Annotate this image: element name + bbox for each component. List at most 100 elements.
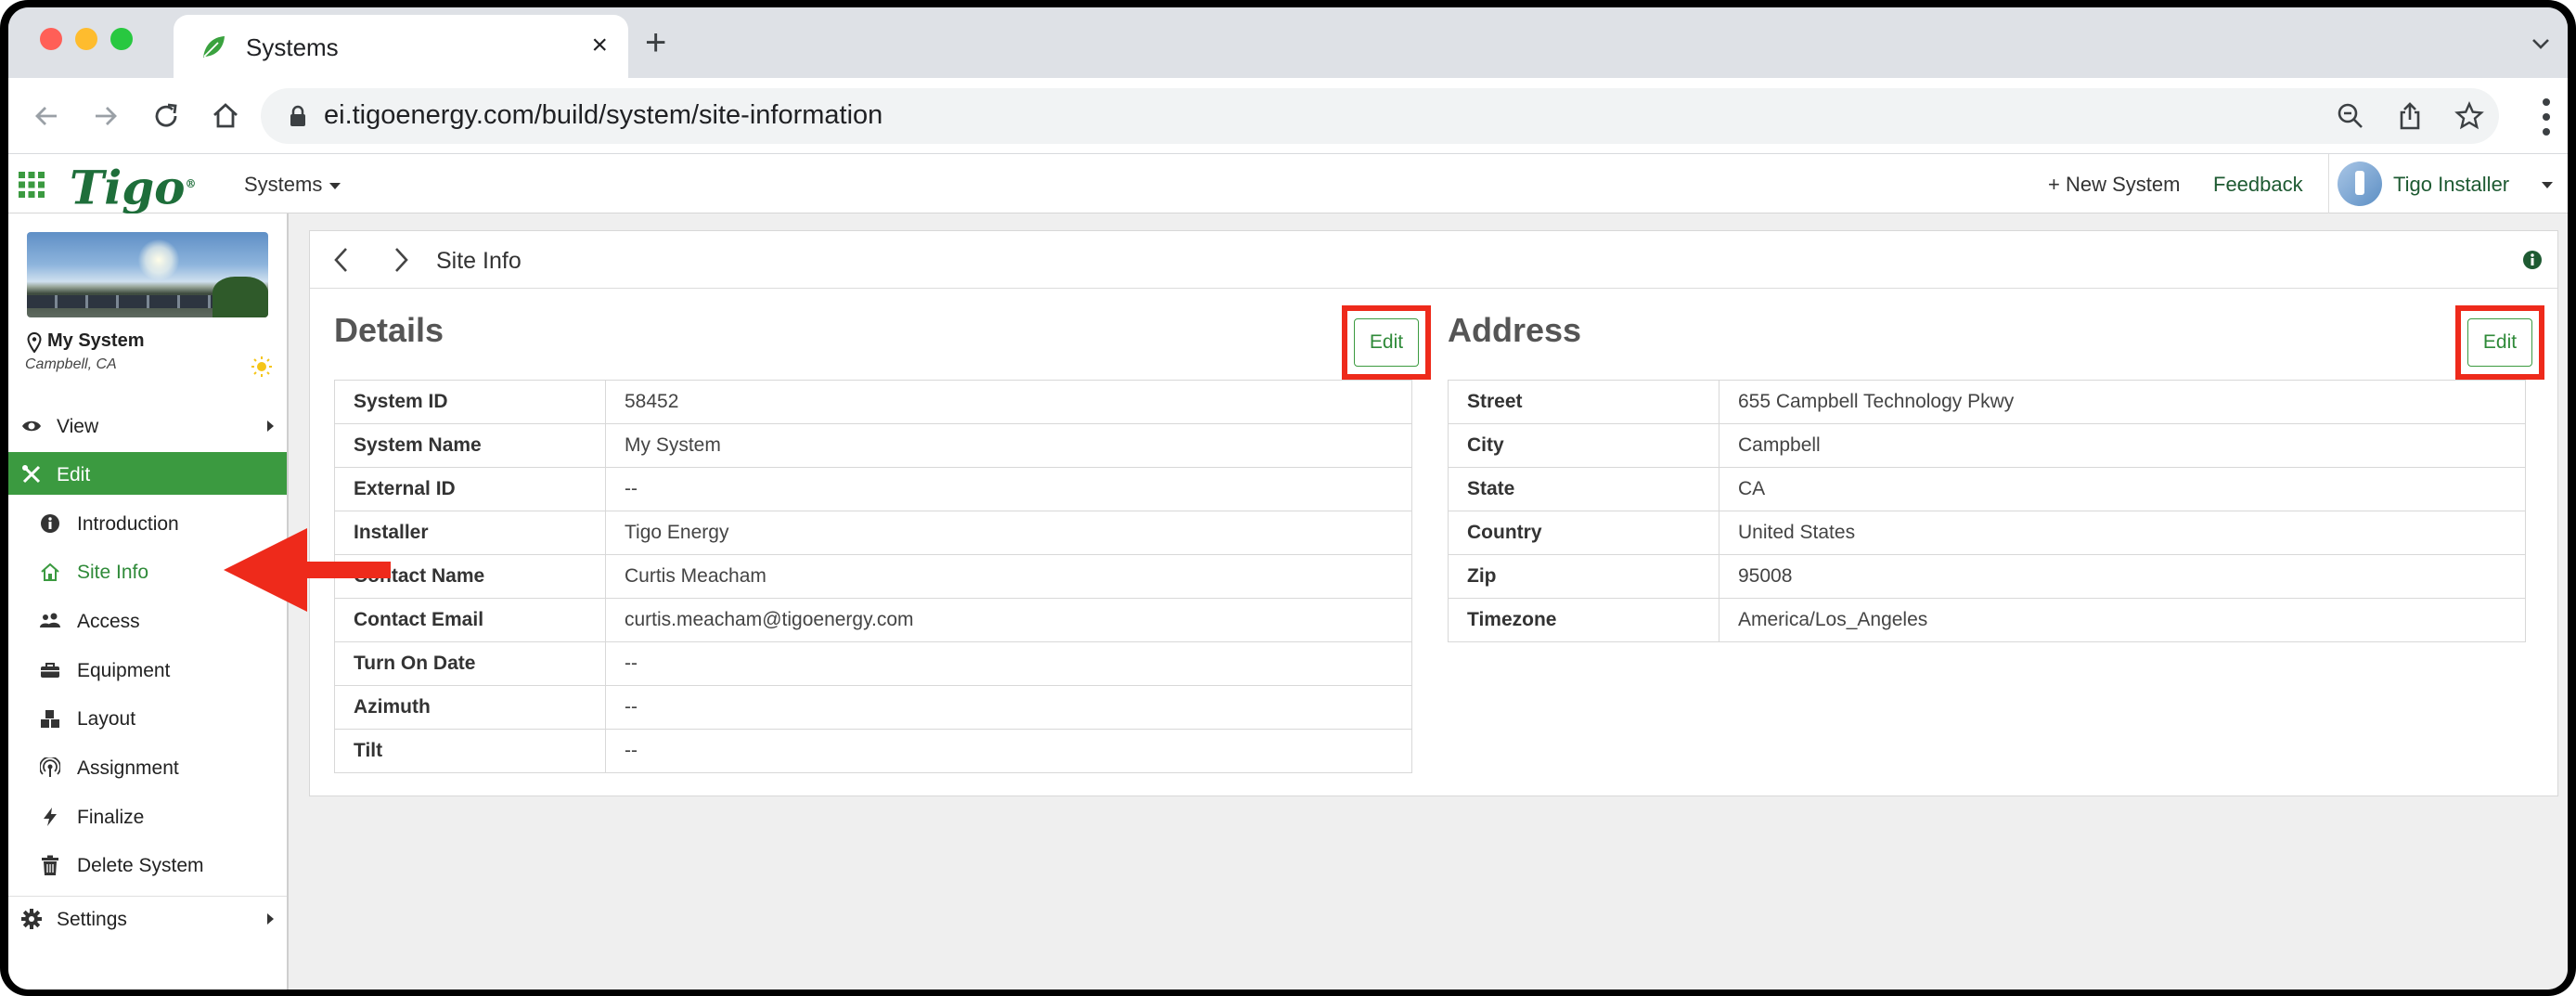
sidebar-item-label: Access [77,611,140,632]
details-title: Details [334,311,444,349]
divider [2328,154,2329,213]
table-row: Country United States [1448,511,2526,555]
sidebar-item-assignment[interactable]: Assignment [8,745,287,788]
kebab-menu-icon[interactable] [2542,97,2551,137]
tab-title: Systems [246,33,339,61]
trash-icon [42,855,58,875]
row-value: America/Los_Angeles [1719,598,2526,642]
home-icon[interactable] [207,97,244,135]
row-value: 58452 [605,380,1412,424]
sidebar-item-layout[interactable]: Layout [8,696,287,739]
sidebar-item-label: Settings [57,909,127,930]
info-icon[interactable] [2522,250,2543,270]
row-value: 655 Campbell Technology Pkwy [1719,380,2526,424]
gear-icon [21,909,42,929]
house-icon [41,563,59,581]
leaf-icon [203,36,225,58]
caret-right-icon [267,420,274,432]
logo-text: Tigo [70,160,186,215]
row-key: Street [1448,380,1719,424]
row-value: My System [605,423,1412,468]
sidebar-item-edit[interactable]: Edit [8,452,287,495]
new-system-button[interactable]: + New System [2048,173,2180,197]
avatar[interactable] [2338,162,2382,206]
caret-down-icon [329,182,341,189]
row-value: Campbell [1719,423,2526,468]
trees [213,277,268,317]
table-row: Tilt -- [334,729,1412,773]
address-edit-button[interactable]: Edit [2467,318,2532,367]
table-row: Zip 95008 [1448,554,2526,599]
sidebar-item-delete-system[interactable]: Delete System [8,843,287,886]
caret-down-icon[interactable] [2542,182,2553,188]
tab-systems[interactable]: Systems × [174,15,628,78]
table-row: Contact Email curtis.meacham@tigoenergy.c… [334,598,1412,642]
user-menu[interactable]: Tigo Installer [2393,173,2509,197]
row-key: State [1448,467,1719,511]
address-title: Address [1448,311,1582,349]
sidebar-item-label: Edit [57,464,91,485]
row-value: -- [605,685,1412,730]
panel-header: Site Info [310,231,2557,289]
solar-panels [27,295,222,308]
forward-arrow-icon[interactable] [86,97,123,135]
row-value: Curtis Meacham [605,554,1412,599]
sidebar-item-finalize[interactable]: Finalize [8,795,287,837]
row-key: City [1448,423,1719,468]
feedback-link[interactable]: Feedback [2213,173,2303,197]
row-key: Zip [1448,554,1719,599]
back-arrow-icon[interactable] [29,97,66,135]
close-window-button[interactable] [40,28,62,50]
info-circle-icon [41,514,59,533]
browser-window: Systems × + ei.tigoenergy.com/build/syst [8,7,2568,990]
share-icon[interactable] [2395,101,2425,131]
users-icon [40,613,60,627]
row-value: United States [1719,511,2526,555]
tigo-logo[interactable]: Tigo® [70,160,197,213]
chevron-left-icon[interactable] [328,246,356,274]
table-row: External ID -- [334,467,1412,511]
chevron-down-icon[interactable] [2529,32,2553,56]
bolt-icon [44,808,57,826]
antenna-icon [40,757,60,777]
blocks-icon [41,710,59,728]
sidebar-item-settings[interactable]: Settings [8,896,287,938]
screen-frame: Systems × + ei.tigoenergy.com/build/syst [0,0,2576,996]
site-thumbnail [27,232,268,317]
sidebar-item-label: Assignment [77,757,179,779]
logo-trademark: ® [185,177,197,190]
details-edit-button[interactable]: Edit [1354,318,1419,367]
sidebar-item-equipment[interactable]: Equipment [8,648,287,691]
table-row: City Campbell [1448,423,2526,468]
table-row: State CA [1448,467,2526,511]
row-key: Tilt [334,729,606,773]
page-title: Site Info [436,248,522,274]
site-info-panel: Site Info Details Edit System ID 58452 Sy… [309,230,2558,796]
reload-icon[interactable] [148,97,185,135]
zoom-out-icon[interactable] [2336,101,2365,131]
sidebar-item-label: View [57,416,99,437]
systems-menu[interactable]: Systems [244,173,341,197]
minimize-window-button[interactable] [75,28,97,50]
row-value: -- [605,467,1412,511]
new-tab-button[interactable]: + [645,24,666,61]
maximize-window-button[interactable] [110,28,133,50]
table-row: System ID 58452 [334,380,1412,424]
row-value: Tigo Energy [605,511,1412,555]
url-text[interactable]: ei.tigoenergy.com/build/system/site-info… [324,100,882,131]
site-name: My System [47,330,145,351]
app-header: Tigo® Systems + New System Feedback Tigo… [8,154,2568,213]
bookmark-star-icon[interactable] [2454,101,2484,131]
sidebar-item-view[interactable]: View [8,404,287,446]
tab-close-icon[interactable]: × [591,30,608,61]
app-grid-icon[interactable] [18,171,45,199]
row-key: Timezone [1448,598,1719,642]
table-row: Timezone America/Los_Angeles [1448,598,2526,642]
sidebar-item-label: Delete System [77,855,204,876]
address-bar[interactable]: ei.tigoenergy.com/build/system/site-info… [261,88,2499,144]
row-key: Turn On Date [334,641,606,686]
chevron-right-icon[interactable] [386,246,414,274]
lock-icon[interactable] [289,105,307,127]
row-key: External ID [334,467,606,511]
table-row: Installer Tigo Energy [334,511,1412,555]
